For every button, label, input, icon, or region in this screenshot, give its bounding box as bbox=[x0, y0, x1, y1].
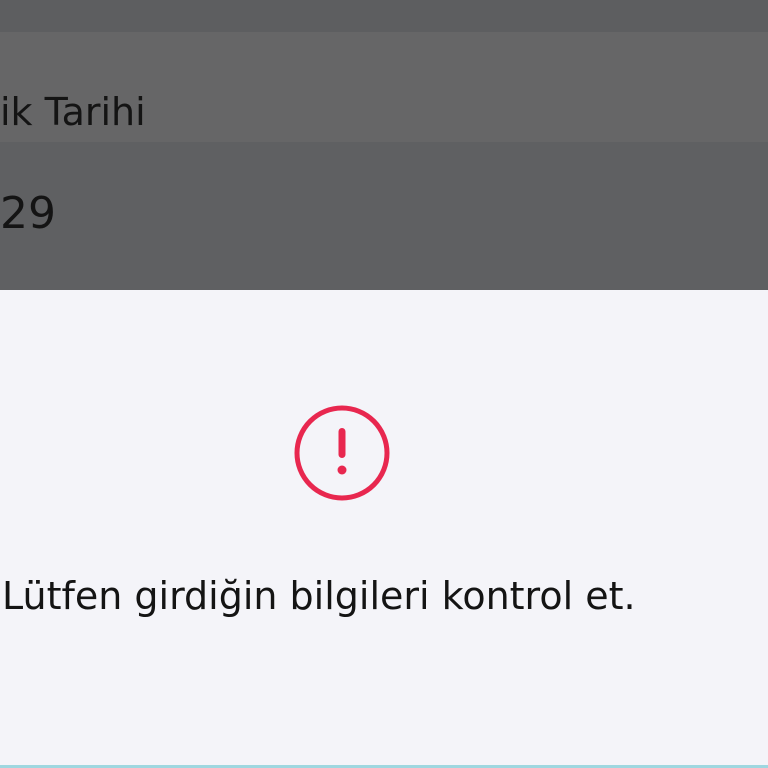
screen: ik Tarihi 29 Lütfen girdiğin bilgileri k… bbox=[0, 0, 768, 768]
exclamation-circle-icon bbox=[292, 403, 392, 503]
dimmed-background-form[interactable]: ik Tarihi 29 bbox=[0, 0, 768, 290]
backdrop-band-value bbox=[0, 142, 768, 290]
date-field-value: 29 bbox=[0, 188, 56, 239]
date-field-label: ik Tarihi bbox=[0, 90, 146, 134]
error-message: Lütfen girdiğin bilgileri kontrol et. bbox=[2, 574, 636, 618]
error-bottom-sheet: Lütfen girdiğin bilgileri kontrol et. bbox=[0, 290, 768, 768]
backdrop-band-top bbox=[0, 0, 768, 32]
